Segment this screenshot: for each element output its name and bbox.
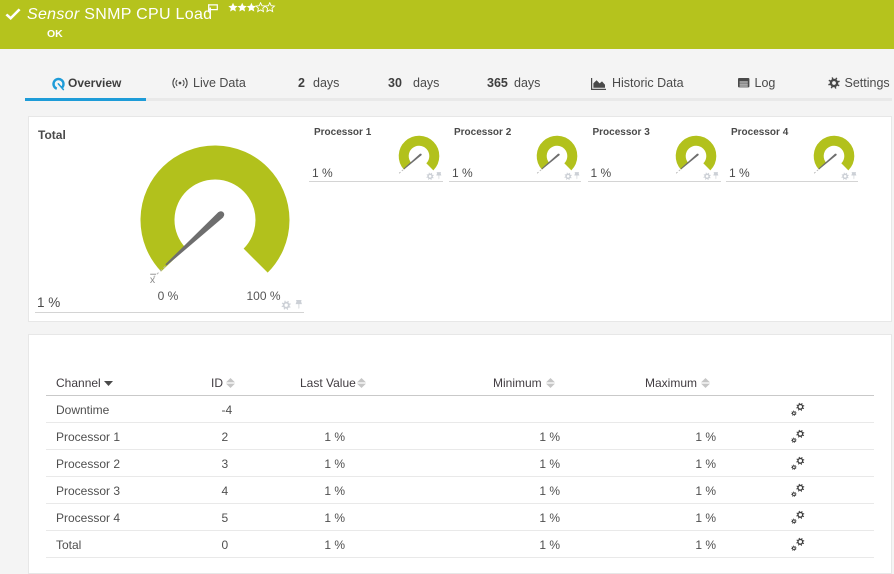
svg-text:x: x [150, 274, 156, 286]
